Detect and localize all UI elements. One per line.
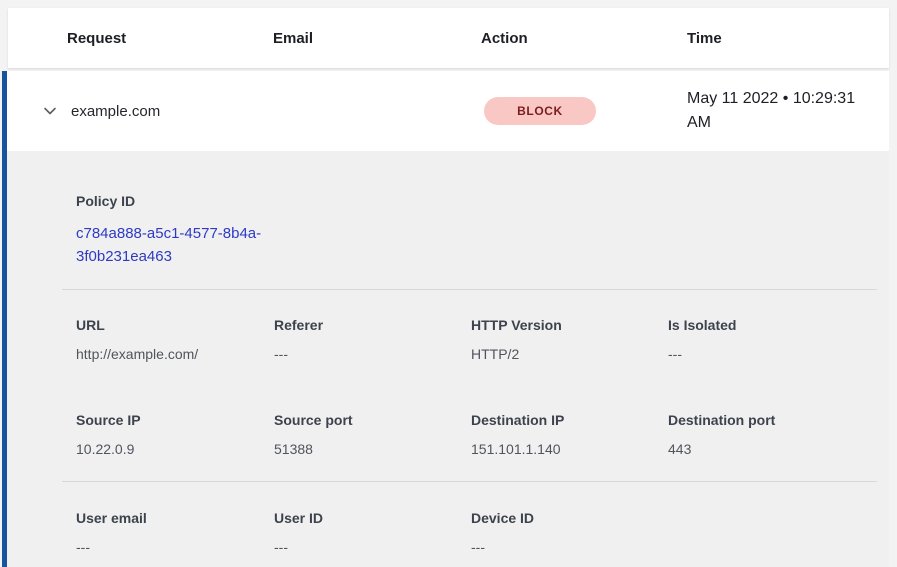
column-header-action: Action [481,30,687,47]
action-cell: BLOCK [481,97,687,125]
field-url: URL http://example.com/ [76,317,274,362]
field-label: User email [76,510,274,526]
field-source-ip: Source IP 10.22.0.9 [76,412,274,457]
user-details-section: User email --- User ID --- Device ID --- [76,482,869,555]
field-empty [668,510,869,555]
field-destination-ip: Destination IP 151.101.1.140 [471,412,668,457]
field-label: HTTP Version [471,317,668,333]
field-value: http://example.com/ [76,346,274,362]
log-table-header: Request Email Action Time [8,8,889,68]
log-detail-panel: Policy ID c784a888-a5c1-4577-8b4a-3f0b23… [2,151,889,567]
field-device-id: Device ID --- [471,510,668,555]
field-label: Destination IP [471,412,668,428]
field-value: --- [76,539,274,555]
field-source-port: Source port 51388 [274,412,471,457]
field-label: Destination port [668,412,869,428]
field-label: Referer [274,317,471,333]
column-header-email: Email [273,30,481,47]
status-badge-block: BLOCK [484,97,596,125]
field-label: Source IP [76,412,274,428]
field-label: URL [76,317,274,333]
field-user-email: User email --- [76,510,274,555]
field-http-version: HTTP Version HTTP/2 [471,317,668,362]
field-referer: Referer --- [274,317,471,362]
field-label: Source port [274,412,471,428]
log-row-example-com[interactable]: example.com BLOCK May 11 2022 • 10:29:31… [2,71,889,151]
field-value: 443 [668,441,869,457]
field-user-id: User ID --- [274,510,471,555]
detail-row-network: Source IP 10.22.0.9 Source port 51388 De… [76,412,869,457]
column-header-time: Time [687,30,889,47]
field-value: --- [668,346,869,362]
field-value: 10.22.0.9 [76,441,274,457]
request-cell: example.com [7,103,273,120]
column-header-request: Request [8,30,273,47]
policy-section: Policy ID c784a888-a5c1-4577-8b4a-3f0b23… [76,151,869,289]
time-cell: May 11 2022 • 10:29:31 AM [687,87,873,135]
field-label: Device ID [471,510,668,526]
field-is-isolated: Is Isolated --- [668,317,869,362]
field-value: --- [274,346,471,362]
field-value: --- [274,539,471,555]
request-details-section: URL http://example.com/ Referer --- HTTP… [76,290,869,481]
request-domain: example.com [71,103,160,120]
field-destination-port: Destination port 443 [668,412,869,457]
field-label: Is Isolated [668,317,869,333]
field-value: HTTP/2 [471,346,668,362]
detail-row-user: User email --- User ID --- Device ID --- [76,510,869,555]
policy-id-link[interactable]: c784a888-a5c1-4577-8b4a-3f0b231ea463 [76,222,274,268]
detail-row-url: URL http://example.com/ Referer --- HTTP… [76,317,869,362]
field-label: User ID [274,510,471,526]
policy-id-label: Policy ID [76,193,869,209]
field-value: --- [471,539,668,555]
field-value: 151.101.1.140 [471,441,668,457]
chevron-down-icon[interactable] [42,103,58,119]
field-value: 51388 [274,441,471,457]
